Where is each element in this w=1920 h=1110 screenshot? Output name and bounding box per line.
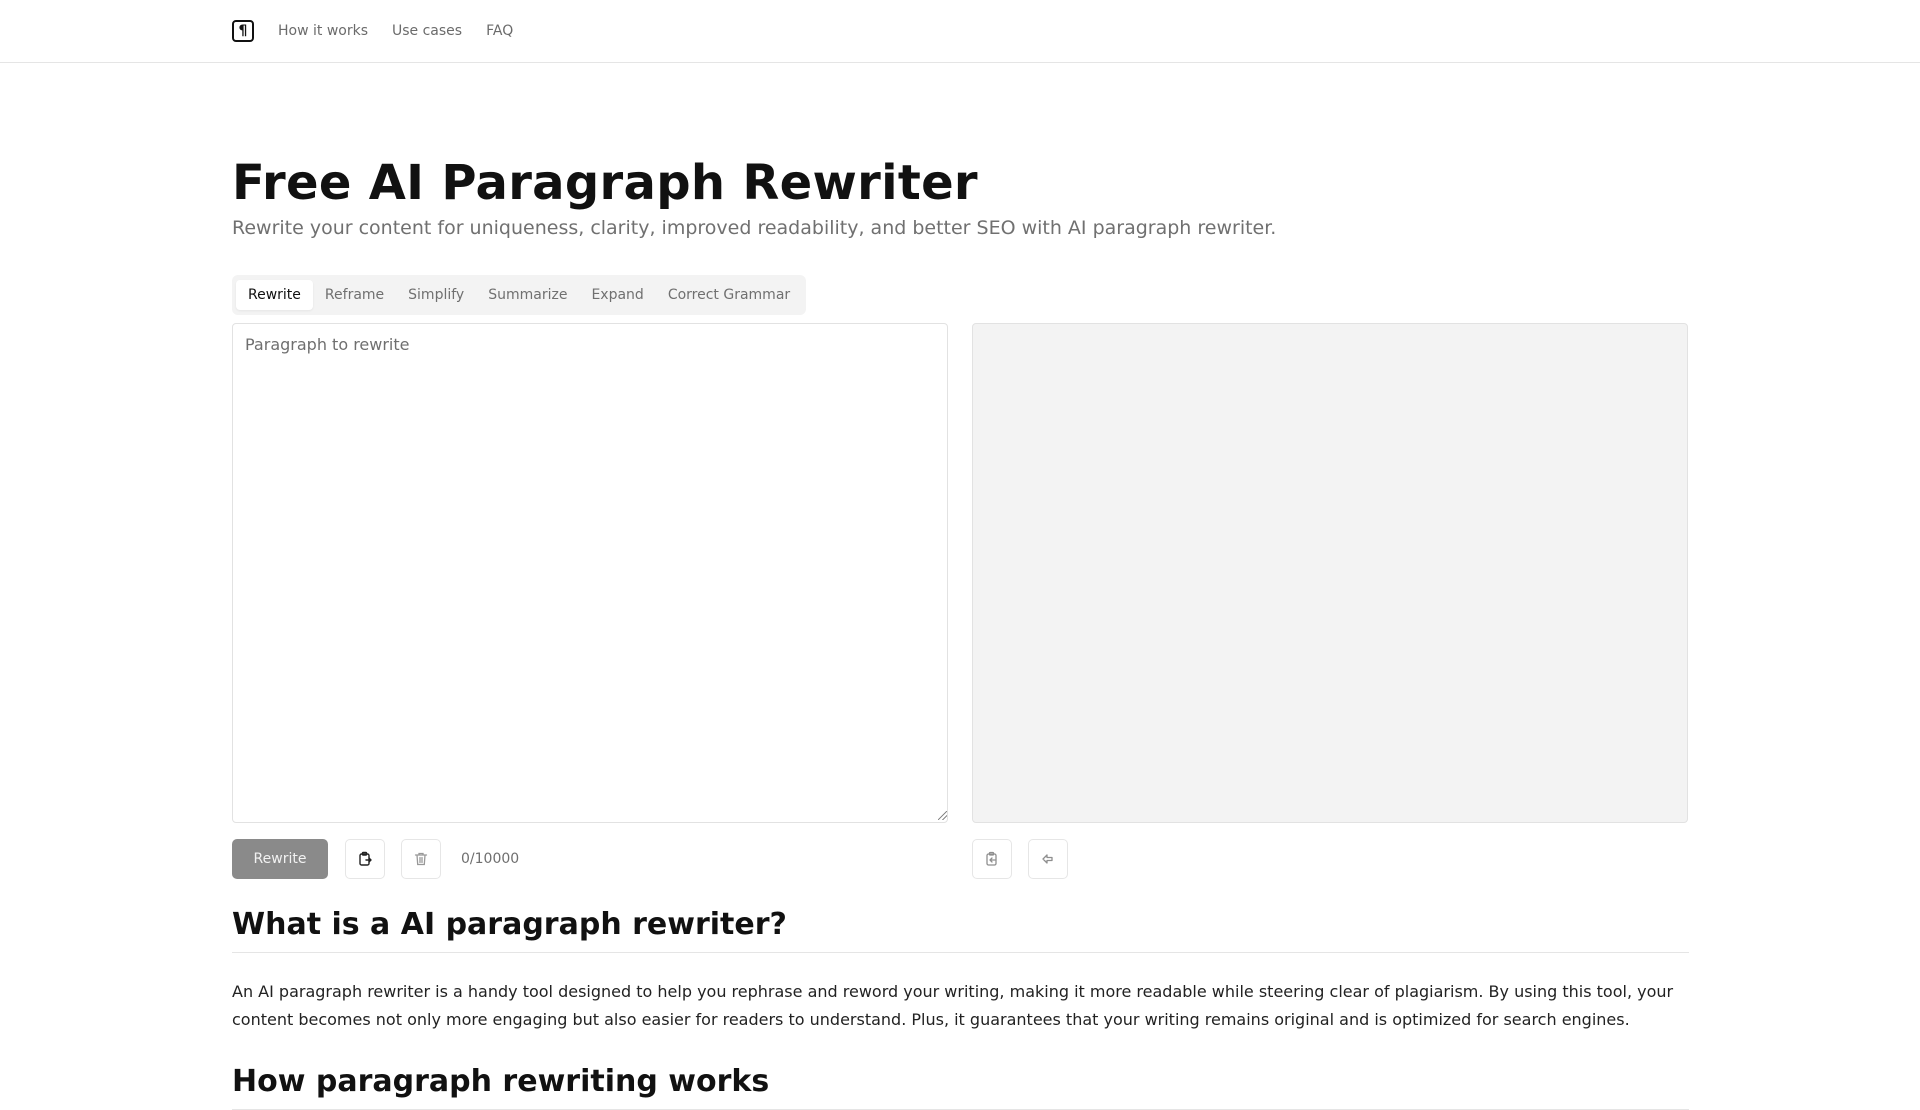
page-subtitle: Rewrite your content for uniqueness, cla… (232, 217, 1277, 239)
section-body-what-is: An AI paragraph rewriter is a handy tool… (232, 982, 1674, 1029)
nav-link-faq[interactable]: FAQ (486, 23, 513, 39)
section-heading-what-is: What is a AI paragraph rewriter? (232, 907, 1689, 953)
tab-simplify[interactable]: Simplify (396, 280, 476, 310)
input-actions: Rewrite 0/10000 (232, 839, 519, 879)
output-panel (972, 323, 1688, 823)
tab-expand[interactable]: Expand (579, 280, 655, 310)
pilcrow-icon[interactable]: ¶ (232, 20, 254, 42)
trash-icon (414, 852, 428, 866)
arrow-left-icon (1042, 854, 1053, 864)
paragraph-input[interactable] (232, 323, 948, 823)
top-nav: ¶ How it works Use cases FAQ (0, 0, 1920, 63)
paste-button[interactable] (345, 839, 385, 879)
nav-link-use-cases[interactable]: Use cases (392, 23, 462, 39)
section-heading-how-it-works: How paragraph rewriting works (232, 1064, 1689, 1110)
move-to-input-button[interactable] (1028, 839, 1068, 879)
tab-rewrite[interactable]: Rewrite (236, 280, 313, 310)
rewrite-button[interactable]: Rewrite (232, 839, 328, 879)
copy-button[interactable] (972, 839, 1012, 879)
output-actions (972, 839, 1084, 879)
clear-button[interactable] (401, 839, 441, 879)
page-title: Free AI Paragraph Rewriter (232, 155, 978, 211)
tab-correct-grammar[interactable]: Correct Grammar (656, 280, 802, 310)
resize-handle[interactable] (938, 811, 947, 820)
character-count: 0/10000 (461, 851, 520, 867)
clipboard-copy-icon (986, 851, 997, 866)
clipboard-paste-icon (359, 851, 372, 866)
nav-link-how-it-works[interactable]: How it works (278, 23, 368, 39)
tab-reframe[interactable]: Reframe (313, 280, 396, 310)
tab-summarize[interactable]: Summarize (476, 280, 579, 310)
mode-tabs: Rewrite Reframe Simplify Summarize Expan… (232, 275, 806, 315)
